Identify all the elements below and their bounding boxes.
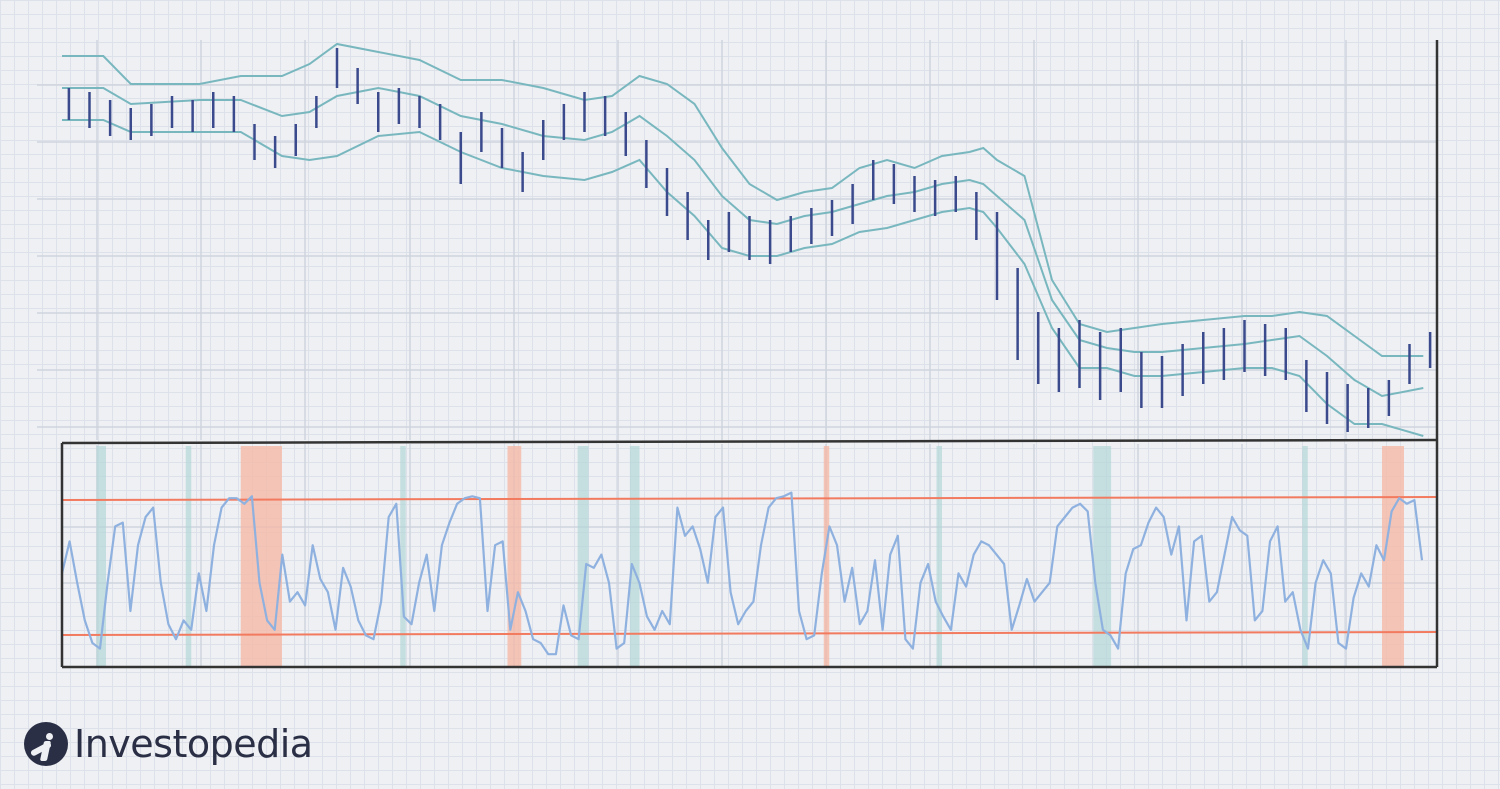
investopedia-logo-icon: [24, 722, 68, 766]
chart-canvas: [37, 40, 1439, 669]
upper-band: [62, 42, 1424, 357]
oscillator-panel: [60, 440, 1439, 669]
brand-name: Investopedia: [74, 722, 313, 766]
price-gridlines: [37, 40, 1437, 440]
investopedia-logo: Investopedia: [24, 722, 313, 766]
price-bottom-axis: [61, 438, 1438, 445]
bollinger-bands: [62, 42, 1424, 437]
price-bars: [67, 48, 1432, 432]
price-panel: [37, 40, 1439, 445]
middle-band: [62, 86, 1424, 398]
lower-band: [62, 119, 1424, 437]
